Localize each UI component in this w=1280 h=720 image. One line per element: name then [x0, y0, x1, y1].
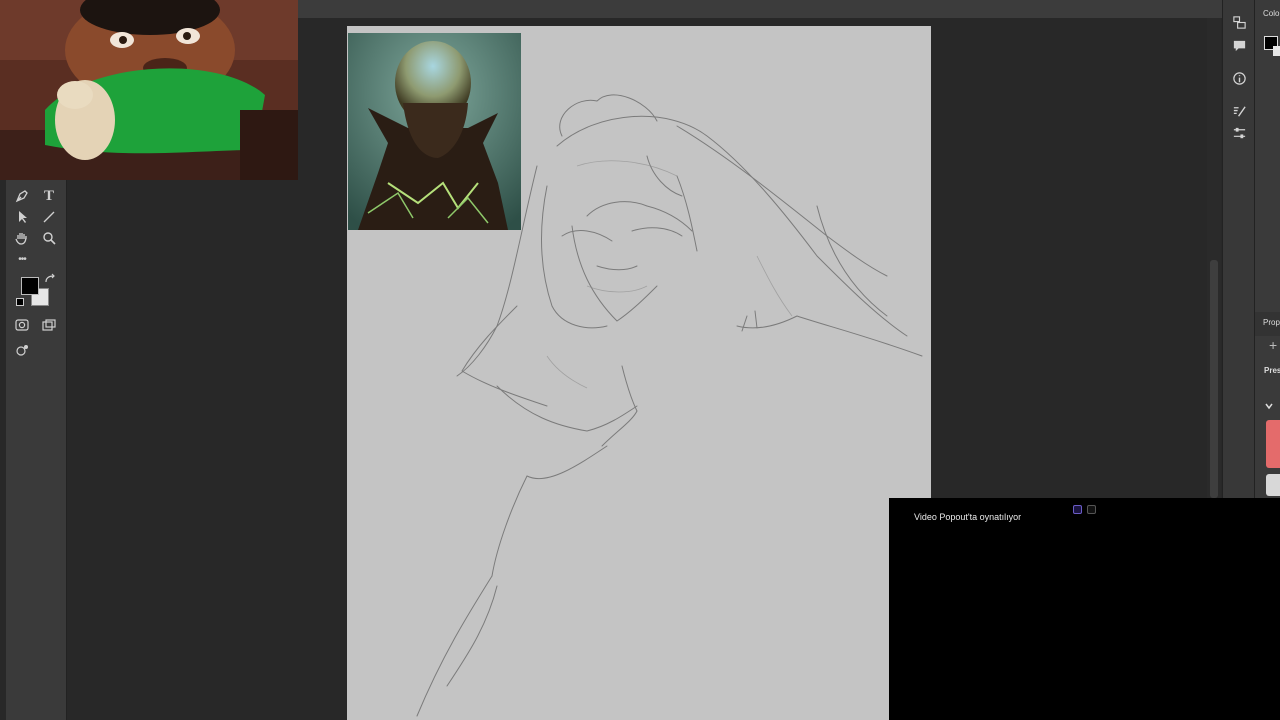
- brush-settings-icon[interactable]: [1231, 103, 1247, 119]
- history-icon[interactable]: [1231, 14, 1247, 30]
- webcam-overlay: [0, 0, 298, 180]
- reference-image: [348, 33, 521, 230]
- quick-mask-icon[interactable]: [12, 315, 32, 335]
- popout-secondary-icon[interactable]: [1087, 505, 1096, 514]
- popout-button-icon[interactable]: [1073, 505, 1082, 514]
- type-tool-icon[interactable]: T: [39, 186, 59, 206]
- foreground-color-swatch[interactable]: [21, 277, 39, 295]
- info-icon[interactable]: [1231, 70, 1247, 86]
- more-tools-icon[interactable]: •••: [12, 249, 32, 269]
- line-tool-icon[interactable]: [39, 207, 59, 227]
- preset-thumbnail[interactable]: [1266, 474, 1280, 496]
- right-panels: Colo Prop + Pres: [1254, 0, 1280, 500]
- preset-thumbnail[interactable]: [1266, 420, 1280, 468]
- pen-tool-icon[interactable]: [12, 186, 32, 206]
- edit-toolbar-icon[interactable]: [12, 340, 32, 360]
- hand-tool-icon[interactable]: [12, 228, 32, 248]
- screen-mode-icon[interactable]: [39, 315, 59, 335]
- swap-colors-icon[interactable]: [40, 270, 60, 290]
- default-colors-icon[interactable]: [16, 298, 24, 306]
- video-popout-overlay: Video Popout'ta oynatılıyor: [889, 498, 1280, 720]
- comments-icon[interactable]: [1231, 37, 1247, 53]
- zoom-tool-icon[interactable]: [39, 228, 59, 248]
- adjustments-icon[interactable]: [1231, 125, 1247, 141]
- add-icon[interactable]: +: [1269, 337, 1277, 353]
- path-selection-tool-icon[interactable]: [12, 207, 32, 227]
- tools-panel: T •••: [6, 180, 67, 720]
- color-panel-background-swatch[interactable]: [1273, 46, 1280, 56]
- color-panel-tab[interactable]: Colo: [1263, 9, 1279, 18]
- properties-panel-tab[interactable]: Prop: [1263, 318, 1280, 327]
- popout-status-text: Video Popout'ta oynatılıyor: [914, 512, 1022, 522]
- panel-icon-strip: [1222, 0, 1255, 500]
- chevron-down-icon[interactable]: [1264, 398, 1274, 410]
- vertical-scrollbar-thumb[interactable]: [1210, 260, 1218, 498]
- presets-panel-tab[interactable]: Pres: [1264, 366, 1280, 375]
